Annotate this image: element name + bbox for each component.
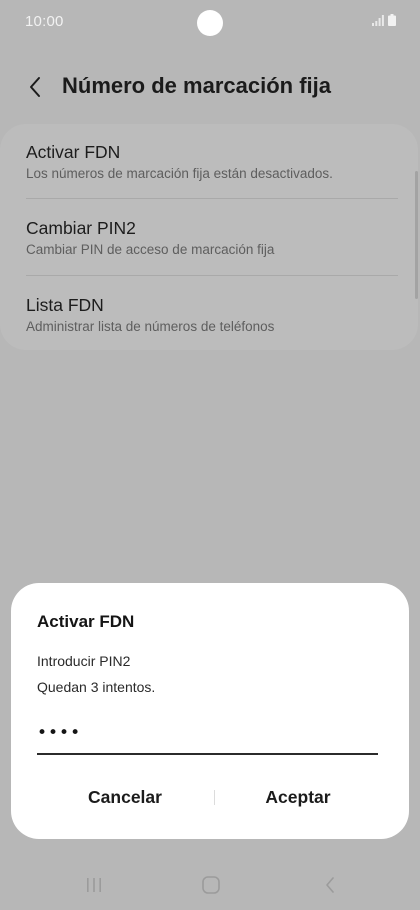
setting-title: Activar FDN <box>26 142 121 162</box>
recent-apps-icon <box>87 878 101 892</box>
activate-fdn-dialog: Activar FDN Introducir PIN2 Quedan 3 int… <box>11 583 409 839</box>
dialog-title: Activar FDN <box>37 612 135 631</box>
status-bar: 10:00 <box>0 0 420 44</box>
home-icon <box>202 876 220 894</box>
pin2-input[interactable] <box>37 719 378 755</box>
status-time: 10:00 <box>25 13 64 30</box>
scroll-indicator[interactable] <box>415 171 418 299</box>
home-button[interactable] <box>191 873 231 897</box>
navigation-bar <box>0 862 420 908</box>
settings-card: Activar FDN Los números de marcación fij… <box>0 124 418 350</box>
setting-item-activar-fdn[interactable]: Activar FDN Los números de marcación fij… <box>26 141 398 183</box>
divider <box>26 198 398 199</box>
attempts-remaining: Quedan 3 intentos. <box>37 679 156 695</box>
back-icon <box>326 877 334 893</box>
setting-subtitle: Los números de marcación fija están desa… <box>26 166 333 181</box>
chevron-left-icon <box>30 77 40 97</box>
dialog-prompt: Introducir PIN2 <box>37 653 131 669</box>
device-screen: 10:00 Número de marcación fija Activar F… <box>0 0 420 910</box>
setting-title: Cambiar PIN2 <box>26 218 136 238</box>
setting-item-cambiar-pin2[interactable]: Cambiar PIN2 Cambiar PIN de acceso de ma… <box>26 217 398 259</box>
back-button[interactable] <box>18 70 52 104</box>
setting-subtitle: Cambiar PIN de acceso de marcación fija <box>26 242 275 257</box>
battery-icon <box>388 14 396 26</box>
setting-title: Lista FDN <box>26 295 104 315</box>
front-camera-cutout <box>197 10 223 36</box>
accept-button[interactable]: Aceptar <box>208 779 388 815</box>
page-title: Número de marcación fija <box>62 73 331 98</box>
nav-back-button[interactable] <box>310 873 350 897</box>
signal-icon <box>372 15 384 26</box>
setting-subtitle: Administrar lista de números de teléfono… <box>26 319 275 334</box>
recent-apps-button[interactable] <box>74 873 114 897</box>
status-icons <box>372 14 396 26</box>
divider <box>26 275 398 276</box>
setting-item-lista-fdn[interactable]: Lista FDN Administrar lista de números d… <box>26 294 398 336</box>
app-header: Número de marcación fija <box>0 62 420 116</box>
cancel-button[interactable]: Cancelar <box>35 779 215 815</box>
